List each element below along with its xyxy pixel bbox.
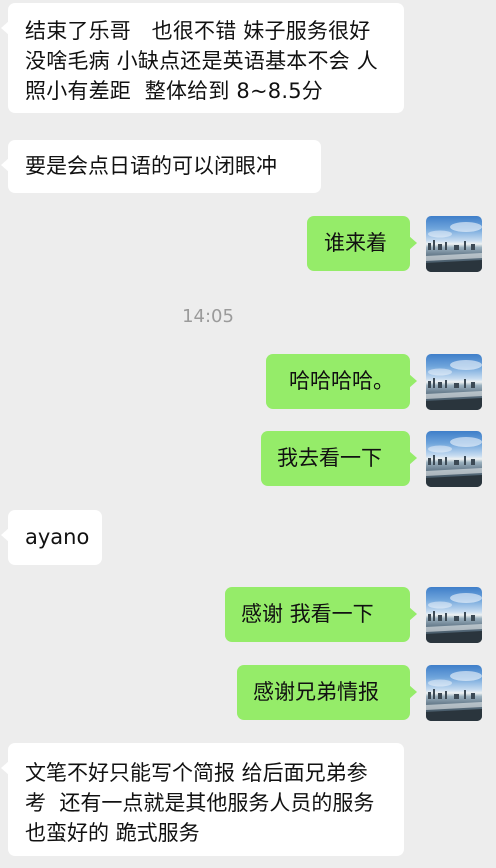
city-skyline-avatar-icon: [426, 671, 482, 721]
message-bubble-received[interactable]: 文笔不好只能写个简报 给后面兄弟参考 还有一点就是其他服务人员的服务也蛮好的 跪…: [1, 743, 404, 856]
timestamp: 14:05: [182, 306, 234, 327]
message-bubble-sent[interactable]: 谁来着: [307, 216, 417, 271]
avatar[interactable]: [426, 587, 482, 643]
avatar[interactable]: [426, 354, 482, 410]
city-skyline-avatar-icon: [426, 437, 482, 487]
message-bubble-sent[interactable]: 我去看一下: [261, 431, 417, 486]
city-skyline-avatar-icon: [426, 360, 482, 410]
message-bubble-received[interactable]: 结束了乐哥 也很不错 妹子服务很好没啥毛病 小缺点还是英语基本不会 人照小有差距…: [1, 3, 404, 113]
chat-view: 结束了乐哥 也很不错 妹子服务很好没啥毛病 小缺点还是英语基本不会 人照小有差距…: [0, 0, 496, 868]
message-bubble-sent[interactable]: 哈哈哈哈。: [266, 354, 417, 409]
message-bubble-received[interactable]: 要是会点日语的可以闭眼冲: [1, 140, 321, 193]
avatar[interactable]: [426, 431, 482, 487]
message-bubble-sent[interactable]: 感谢兄弟情报: [237, 665, 417, 720]
message-bubble-sent[interactable]: 感谢 我看一下: [225, 587, 417, 642]
city-skyline-avatar-icon: [426, 222, 482, 272]
avatar[interactable]: [426, 216, 482, 272]
avatar[interactable]: [426, 665, 482, 721]
city-skyline-avatar-icon: [426, 593, 482, 643]
message-bubble-received[interactable]: ayano: [1, 510, 102, 565]
